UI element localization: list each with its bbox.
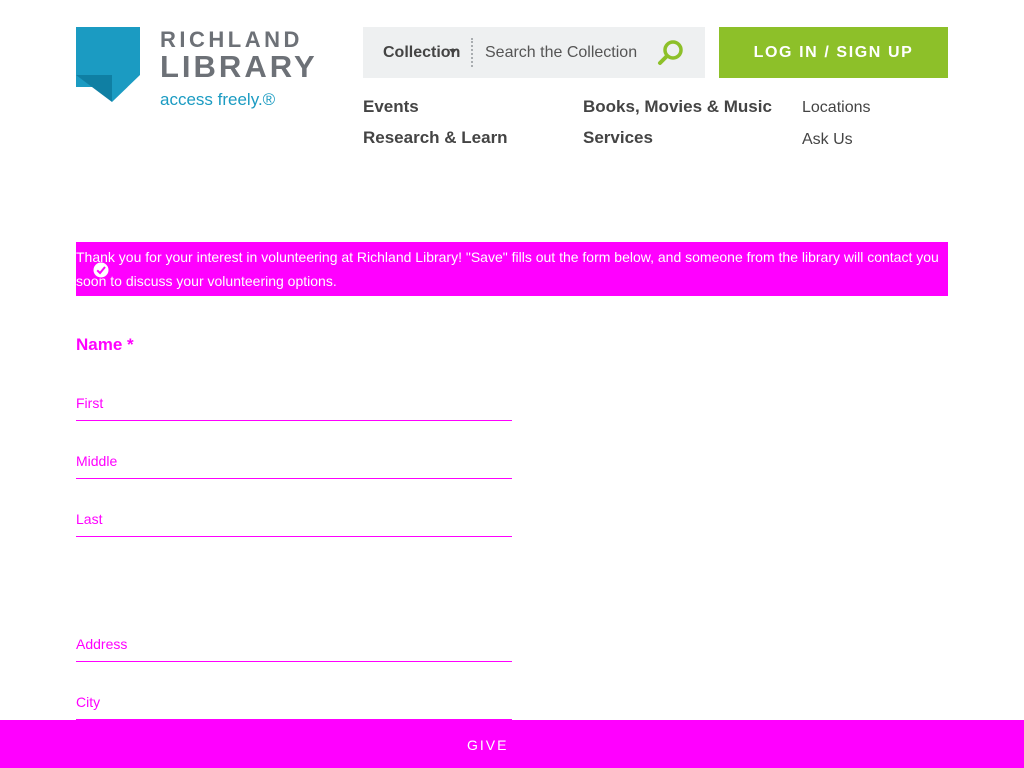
first-name-field[interactable]: First [76,391,512,421]
state-label: State [76,739,115,753]
library-logo-icon [76,27,140,102]
search-bar: Collection [363,27,705,78]
city-field[interactable]: City [76,690,512,720]
check-circle-icon [93,262,109,278]
search-icon [658,40,683,65]
give-label: GIVE [467,737,509,753]
city-input[interactable] [76,690,512,718]
middle-name-input[interactable] [76,449,512,477]
search-divider [471,38,473,67]
middle-name-field[interactable]: Middle [76,449,512,479]
login-signup-button[interactable]: LOG IN / SIGN UP [719,27,948,78]
logo-name-line2: LIBRARY [160,49,318,84]
logo-tagline: access freely.® [160,90,276,109]
name-section-title: Name * [76,335,134,354]
last-name-field[interactable]: Last [76,507,512,537]
address-input[interactable] [76,632,512,660]
first-name-input[interactable] [76,391,512,419]
notice-text: Thank you for your interest in volunteer… [76,249,939,289]
search-input[interactable] [485,39,655,67]
address-field[interactable]: Address [76,632,512,662]
nav-locations[interactable]: Locations [802,99,871,117]
volunteer-notice-banner: Thank you for your interest in volunteer… [76,242,948,296]
last-name-input[interactable] [76,507,512,535]
caret-down-icon[interactable] [449,49,457,54]
nav-books-movies-music[interactable]: Books, Movies & Music [583,97,772,117]
give-bar-button[interactable]: State GIVE [0,720,1024,768]
nav-ask-us[interactable]: Ask Us [802,131,853,149]
nav-events[interactable]: Events [363,97,419,117]
nav-services[interactable]: Services [583,128,653,148]
nav-research-learn[interactable]: Research & Learn [363,128,508,148]
search-button[interactable] [655,37,687,69]
richland-library-logo[interactable]: RICHLAND LIBRARY access freely.® [76,27,336,117]
